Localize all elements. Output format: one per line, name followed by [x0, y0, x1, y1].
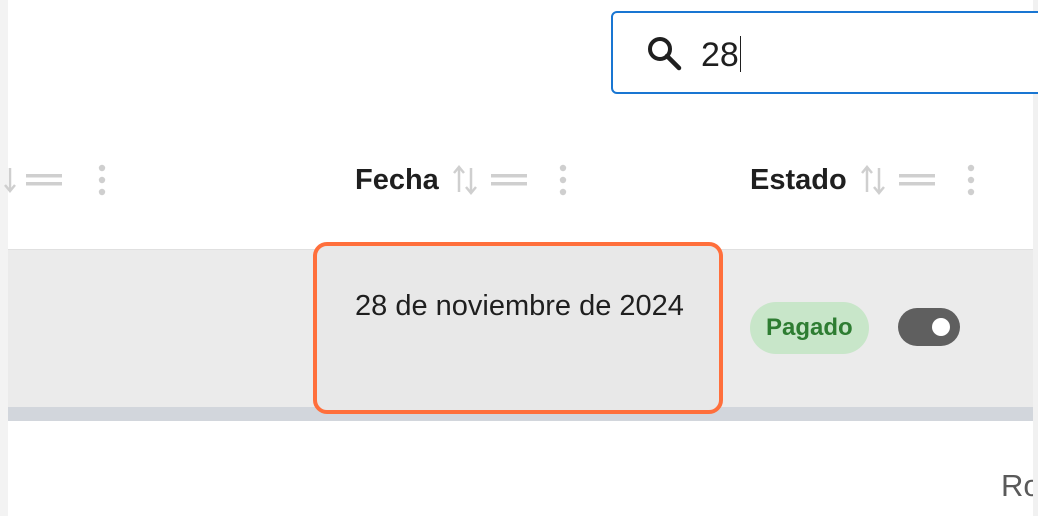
- column-header-estado[interactable]: Estado: [750, 140, 975, 220]
- sort-icon[interactable]: [4, 162, 16, 198]
- status-label: Pagado: [766, 314, 853, 341]
- more-vert-icon[interactable]: [559, 162, 567, 198]
- table-header: Fecha Estado: [4, 140, 1033, 230]
- left-border: [0, 0, 8, 516]
- table-cell-fecha[interactable]: 28 de noviembre de 2024: [313, 242, 723, 414]
- status-toggle[interactable]: [898, 308, 960, 346]
- column-label-fecha: Fecha: [355, 163, 439, 196]
- drag-handle-icon[interactable]: [898, 170, 935, 190]
- status-badge: Pagado: [750, 302, 869, 354]
- more-vert-icon[interactable]: [967, 162, 975, 198]
- sort-icon[interactable]: [860, 162, 885, 198]
- search-value: 28: [701, 36, 741, 74]
- text-caret: [739, 36, 741, 72]
- column-label-estado: Estado: [750, 163, 847, 196]
- footer-label: Ro: [1001, 468, 1033, 503]
- sort-icon[interactable]: [452, 162, 477, 198]
- drag-handle-icon[interactable]: [26, 170, 62, 190]
- more-vert-icon[interactable]: [98, 162, 106, 198]
- search-icon: [645, 34, 685, 74]
- column-header-partial: [4, 140, 106, 220]
- search-input[interactable]: 28: [611, 11, 1038, 94]
- drag-handle-icon[interactable]: [490, 170, 527, 190]
- toggle-knob: [932, 318, 950, 336]
- fecha-value: 28 de noviembre de 2024: [355, 290, 684, 322]
- column-header-fecha[interactable]: Fecha: [355, 140, 567, 220]
